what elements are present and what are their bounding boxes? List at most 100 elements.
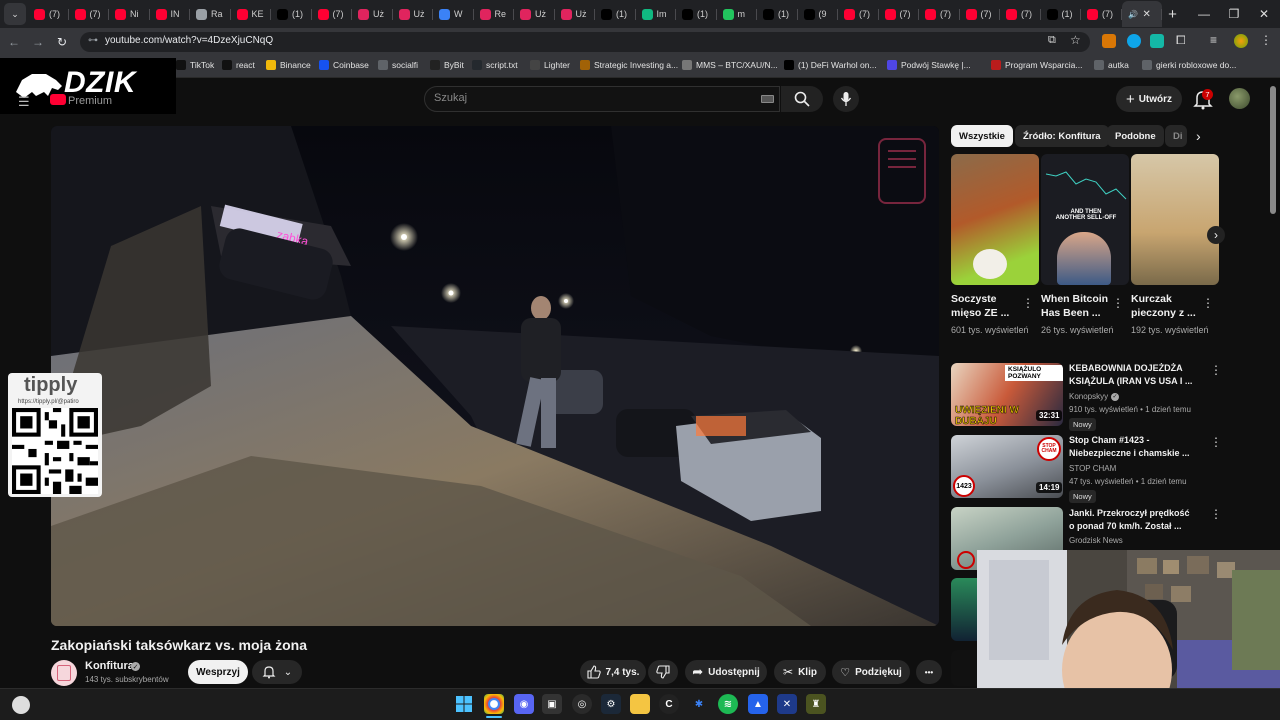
bookmark-item[interactable]: TikTok <box>176 60 214 70</box>
page-scrollbar[interactable] <box>1270 86 1276 214</box>
video-menu-icon[interactable]: ⋮ <box>1210 507 1222 521</box>
tab-item[interactable]: (7) <box>960 1 1001 27</box>
short-thumbnail-1[interactable] <box>951 154 1039 285</box>
video-thumbnail-5[interactable] <box>951 650 977 686</box>
tab-item[interactable]: KE <box>231 1 272 27</box>
short-title-3[interactable]: Kurczak pieczony z ... <box>1131 292 1207 320</box>
video-title-3[interactable]: Janki. Przekroczył prędkość o ponad 70 k… <box>1069 507 1194 533</box>
obs-icon[interactable]: ◎ <box>572 694 592 714</box>
reload-icon[interactable]: ↻ <box>52 32 72 52</box>
tab-item[interactable]: (1) <box>595 1 636 27</box>
chips-next-chevron-icon[interactable]: › <box>1196 128 1201 144</box>
forward-icon[interactable]: → <box>28 32 48 52</box>
tab-item[interactable]: (1) <box>1041 1 1082 27</box>
short-menu-icon[interactable]: ⋮ <box>1022 296 1034 310</box>
minimize-icon[interactable]: — <box>1188 0 1220 28</box>
start-menu-icon[interactable] <box>454 694 474 714</box>
restore-icon[interactable]: ❐ <box>1218 0 1250 28</box>
create-button[interactable]: + Utwórz <box>1116 86 1182 112</box>
url-text[interactable]: youtube.com/watch?v=4DzeXjuCNqQ <box>105 35 273 46</box>
tab-active[interactable]: 🔊 ✕ <box>1121 1 1162 27</box>
spotify-icon[interactable]: ≋ <box>718 694 738 714</box>
tab-item[interactable]: Uż <box>514 1 555 27</box>
short-title-1[interactable]: Soczyste mięso ZE ... <box>951 292 1027 320</box>
tab-close-icon[interactable]: ✕ <box>1143 9 1151 20</box>
tab-item[interactable]: (7) <box>312 1 353 27</box>
short-thumbnail-3[interactable] <box>1131 154 1219 285</box>
support-button[interactable]: Wesprzyj <box>188 660 248 684</box>
video-menu-icon[interactable]: ⋮ <box>1210 435 1222 449</box>
bookmark-item[interactable]: Program Wsparcia... <box>991 60 1082 70</box>
channel-avatar[interactable] <box>51 660 77 686</box>
tab-item[interactable]: (7) <box>838 1 879 27</box>
tab-item[interactable]: Uż <box>352 1 393 27</box>
cursor-app-icon[interactable]: C <box>659 694 679 714</box>
dislike-button[interactable] <box>648 660 678 684</box>
search-input[interactable] <box>424 86 780 112</box>
bookmark-item[interactable]: Strategic Investing a... <box>580 60 678 70</box>
extension-icon[interactable] <box>1127 34 1141 48</box>
browser-menu-icon[interactable]: ⋮ <box>1260 33 1272 47</box>
bookmark-star-icon[interactable]: ☆ <box>1070 33 1081 47</box>
bookmark-item[interactable]: Coinbase <box>319 60 369 70</box>
channel-name-1[interactable]: Konopskyy <box>1069 392 1108 401</box>
tab-item[interactable]: IN <box>150 1 191 27</box>
site-info-icon[interactable]: ⊶ <box>88 35 98 46</box>
widgets-icon[interactable] <box>12 696 30 714</box>
channel-name[interactable]: Konfitura <box>85 660 134 672</box>
extension-icon[interactable] <box>1150 34 1164 48</box>
tab-item[interactable]: Ra <box>190 1 231 27</box>
bookmark-item[interactable]: Binance <box>266 60 311 70</box>
voice-search-button[interactable] <box>833 86 859 112</box>
subscription-bell-button[interactable]: ⌄ <box>252 660 302 684</box>
tab-item[interactable]: (7) <box>879 1 920 27</box>
bookmark-item[interactable]: socialfi <box>378 60 418 70</box>
discord-icon[interactable]: ◉ <box>514 694 534 714</box>
tab-item[interactable]: (7) <box>69 1 110 27</box>
file-explorer-icon[interactable] <box>630 694 650 714</box>
bookmark-item[interactable]: script.txt <box>472 60 518 70</box>
menu-icon[interactable]: ☰ <box>18 94 30 110</box>
video-thumbnail-4[interactable] <box>951 578 977 641</box>
game-icon[interactable]: ♜ <box>806 694 826 714</box>
install-app-icon[interactable]: ⧉ <box>1048 34 1056 47</box>
bookmark-item[interactable]: (1) DeFi Warhol on... <box>784 60 877 70</box>
tab-item[interactable]: (1) <box>676 1 717 27</box>
tab-item[interactable]: Uż <box>393 1 434 27</box>
short-title-2[interactable]: When Bitcoin Has Been ... <box>1041 292 1117 320</box>
chip-source[interactable]: Źródło: Konfitura <box>1015 125 1109 147</box>
extension-metamask-icon[interactable] <box>1102 34 1116 48</box>
tab-item[interactable]: Re <box>474 1 515 27</box>
short-menu-icon[interactable]: ⋮ <box>1112 296 1124 310</box>
clip-button[interactable]: ✂ Klip <box>774 660 826 684</box>
tab-item[interactable]: (7) <box>919 1 960 27</box>
chip-all[interactable]: Wszystkie <box>951 125 1013 147</box>
tab-search-icon[interactable]: ⌄ <box>4 3 26 25</box>
extensions-puzzle-icon[interactable]: ⧠ <box>1176 33 1186 48</box>
app-icon[interactable]: ▣ <box>542 694 562 714</box>
capcut-icon[interactable]: ✕ <box>777 694 797 714</box>
channel-watermark-icon[interactable] <box>878 138 926 204</box>
like-button[interactable]: 7,4 tys. <box>580 660 646 684</box>
search-button[interactable] <box>781 86 823 112</box>
profile-avatar[interactable] <box>1234 34 1248 48</box>
channel-name-3[interactable]: Grodzisk News <box>1069 536 1123 545</box>
shorts-next-chevron-icon[interactable]: › <box>1207 226 1225 244</box>
tab-item[interactable]: (9 <box>798 1 839 27</box>
chrome-icon[interactable] <box>484 694 504 714</box>
tab-item[interactable]: (7) <box>1081 1 1122 27</box>
short-thumbnail-2[interactable]: AND THEN ANOTHER SELL-OFF <box>1041 154 1129 285</box>
thanks-button[interactable]: ♡ Podziękuj <box>832 660 910 684</box>
bookmark-item[interactable]: react <box>222 60 255 70</box>
chip-related[interactable]: Podobne <box>1107 125 1164 147</box>
bookmark-item[interactable]: autka <box>1094 60 1129 70</box>
bookmark-item[interactable]: Podwój Stawkę |... <box>887 60 971 70</box>
chip-more[interactable]: Di <box>1165 125 1187 147</box>
tab-item[interactable]: (1) <box>757 1 798 27</box>
reading-list-icon[interactable]: ≡ <box>1210 33 1217 47</box>
short-menu-icon[interactable]: ⋮ <box>1202 296 1214 310</box>
tab-item[interactable]: (7) <box>28 1 69 27</box>
close-window-icon[interactable]: ✕ <box>1248 0 1280 28</box>
share-button[interactable]: ➦ Udostępnij <box>685 660 767 684</box>
channel-name-2[interactable]: STOP CHAM <box>1069 464 1116 473</box>
